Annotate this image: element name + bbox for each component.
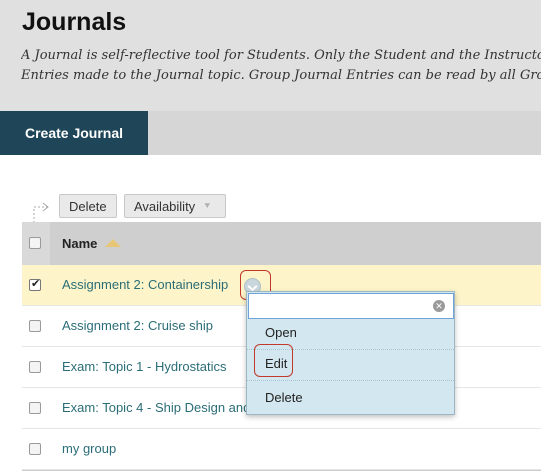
delete-button[interactable]: Delete [59,194,117,218]
chevron-down-icon: ⯆ [203,200,212,212]
table-row: my group [22,429,541,470]
availability-button-label: Availability [134,198,196,214]
sort-ascending-icon[interactable] [105,239,121,247]
journal-link[interactable]: Assignment 2: Cruise ship [62,318,213,333]
action-bar: Create Journal [0,111,541,155]
row-checkbox[interactable] [29,320,41,332]
name-column-header[interactable] [50,222,541,265]
table-bottom-divider [22,470,541,471]
journal-link[interactable]: Exam: Topic 4 - Ship Design and [62,400,250,415]
page-title: Journals [22,8,127,36]
journal-link[interactable]: Assignment 2: Containership [62,277,228,292]
row-checkbox[interactable] [29,402,41,414]
annotation-highlight-edit [254,344,293,377]
row-checkbox[interactable] [29,277,41,291]
table-header: Name [22,222,541,265]
menu-item-delete[interactable]: Delete [247,381,454,415]
description-line-2: Entries made to the Journal topic. Group… [21,68,541,83]
name-column-label: Name [62,236,98,251]
journal-link[interactable]: Exam: Topic 1 - Hydrostatics [62,359,226,374]
row-checkbox[interactable] [29,361,41,373]
bulk-arrow-icon [33,202,49,223]
description-line-1: A Journal is self-reflective tool for St… [21,48,541,63]
select-all-checkbox[interactable] [29,237,41,249]
create-journal-button[interactable]: Create Journal [0,111,148,155]
clear-icon[interactable]: ✕ [433,300,445,312]
page-description: A Journal is self-reflective tool for St… [21,46,541,86]
delete-button-label: Delete [69,198,107,214]
page-header: Journals A Journal is self-reflective to… [0,0,541,111]
row-checkbox[interactable] [29,443,41,455]
availability-button[interactable]: Availability ⯆ [124,194,226,218]
journal-link[interactable]: my group [62,441,116,456]
